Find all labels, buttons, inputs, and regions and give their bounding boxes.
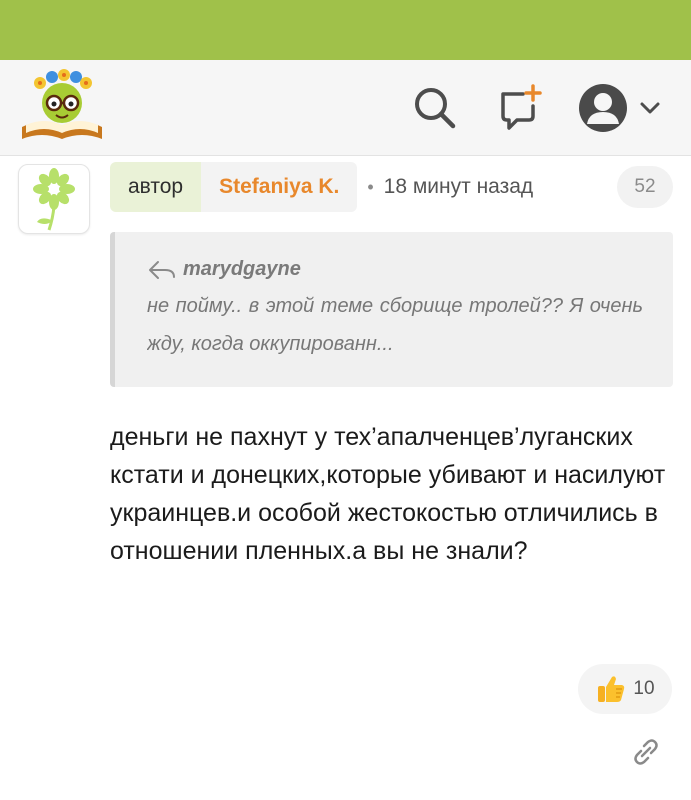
link-icon (634, 739, 658, 765)
chevron-down-icon (640, 102, 660, 114)
post-body-text: деньги не пахнут у тех’апалченцев’луганс… (110, 423, 666, 565)
author-name-link[interactable]: Stefaniya K. (201, 162, 358, 212)
profile-menu-button[interactable] (574, 82, 666, 134)
quoted-reply[interactable]: marydgayne не пойму.. в этой теме сборищ… (110, 232, 673, 387)
quote-text: не пойму.. в этой теме сборище тролей?? … (147, 295, 643, 355)
thumbs-up-icon (598, 676, 625, 702)
like-count: 10 (633, 678, 655, 699)
new-post-button[interactable] (494, 82, 546, 134)
search-icon (415, 88, 456, 129)
user-icon (579, 84, 627, 132)
flower-icon (33, 168, 75, 231)
meta-separator: • (367, 176, 374, 197)
top-bar (0, 0, 691, 60)
comment-number-badge[interactable]: 52 (617, 166, 673, 208)
site-logo[interactable] (18, 67, 106, 147)
post-meta: автор Stefaniya K. • 18 минут назад (110, 162, 533, 212)
sunflower-book-logo-icon (22, 69, 102, 139)
copy-link-button[interactable] (624, 730, 668, 774)
author-tag: автор (110, 162, 202, 212)
site-header (0, 60, 691, 156)
new-post-icon (501, 84, 542, 130)
reply-arrow-icon (149, 260, 175, 279)
quote-author-name: marydgayne (183, 258, 301, 280)
author-avatar[interactable] (18, 164, 90, 234)
post-time: 18 минут назад (383, 175, 534, 198)
search-button[interactable] (408, 82, 462, 134)
quote-author: marydgayne (147, 258, 643, 281)
like-button[interactable]: 10 (578, 664, 672, 714)
